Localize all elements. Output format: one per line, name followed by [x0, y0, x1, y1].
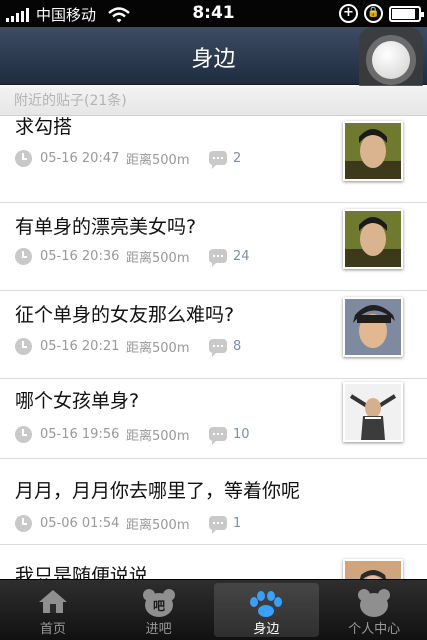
clock-icon	[15, 425, 32, 443]
clock-icon	[15, 247, 32, 265]
bar-bear-icon: 吧	[142, 589, 175, 617]
paw-icon	[250, 591, 283, 617]
list-item[interactable]: 月月，月月你去哪里了，等着你呢 05-06 01:54 距离500m 1	[0, 459, 427, 545]
post-meta: 05-16 20:47 距离500m 2	[15, 148, 242, 169]
bear-head-icon	[358, 589, 391, 617]
list-item[interactable]: 征个单身的女友那么难吗? 05-16 20:21 距离500m 8	[0, 291, 427, 379]
post-date: 05-16 20:21	[40, 338, 120, 354]
avatar[interactable]	[343, 297, 403, 357]
list-item[interactable]: 有单身的漂亮美女吗? 05-16 20:36 距离500m 24	[0, 203, 427, 291]
avatar[interactable]	[343, 382, 403, 442]
comment-count: 1	[233, 515, 242, 531]
post-title: 哪个女孩单身?	[15, 390, 140, 412]
post-distance: 距离500m	[126, 250, 190, 266]
comment-icon	[209, 249, 227, 267]
post-date: 05-06 01:54	[40, 515, 120, 531]
tab-nearby[interactable]: 身边	[213, 583, 320, 637]
post-distance: 距离500m	[126, 340, 190, 356]
post-distance: 距离500m	[126, 428, 190, 444]
list-item[interactable]: 我只是随便说说	[0, 545, 427, 579]
home-icon	[38, 590, 67, 613]
list-item[interactable]: 哪个女孩单身? 05-16 19:56 距离500m 10	[0, 379, 427, 459]
comment-icon	[209, 339, 227, 357]
avatar[interactable]	[343, 559, 403, 579]
post-list[interactable]: 求勾搭 05-16 20:47 距离500m 2 有单身的漂亮美女吗? 05-1…	[0, 117, 427, 579]
navigation-bar: 身边	[0, 27, 427, 97]
post-date: 05-16 20:36	[40, 248, 120, 264]
post-meta: 05-06 01:54 距离500m 1	[15, 513, 242, 534]
section-header: 附近的贴子(21条)	[0, 86, 427, 116]
post-title: 有单身的漂亮美女吗?	[15, 216, 197, 238]
avatar[interactable]	[343, 209, 403, 269]
tab-bar: 首页 吧 进吧 身边 个人中心	[0, 579, 427, 640]
lock-rotation-icon: 🔒	[364, 4, 383, 23]
comment-icon	[209, 427, 227, 445]
tab-bar-forum[interactable]: 吧 进吧	[106, 580, 212, 640]
post-meta: 05-16 20:36 距离500m 24	[15, 246, 250, 267]
tab-label: 进吧	[145, 622, 172, 637]
post-title: 求勾搭	[15, 117, 73, 138]
post-title: 月月，月月你去哪里了，等着你呢	[15, 480, 301, 502]
comment-icon	[209, 151, 227, 169]
post-title: 征个单身的女友那么难吗?	[15, 304, 235, 326]
post-date: 05-16 19:56	[40, 426, 120, 442]
post-distance: 距离500m	[126, 517, 190, 533]
location-add-icon: +	[339, 4, 358, 23]
battery-icon	[389, 5, 424, 22]
post-meta: 05-16 20:21 距离500m 8	[15, 336, 242, 357]
tab-label: 身边	[253, 622, 280, 637]
comment-count: 24	[233, 248, 250, 264]
post-title: 我只是随便说说	[15, 565, 149, 579]
tab-label: 首页	[39, 622, 66, 637]
post-meta: 05-16 19:56 距离500m 10	[15, 424, 250, 445]
clock-icon	[15, 514, 32, 532]
tab-label: 个人中心	[348, 622, 401, 637]
post-date: 05-16 20:47	[40, 150, 120, 166]
svg-text:吧: 吧	[153, 599, 165, 613]
comment-count: 10	[233, 426, 250, 442]
post-distance: 距离500m	[126, 152, 190, 168]
tab-profile[interactable]: 个人中心	[321, 580, 427, 640]
avatar[interactable]	[343, 121, 403, 181]
comment-count: 8	[233, 338, 242, 354]
list-item[interactable]: 求勾搭 05-16 20:47 距离500m 2	[0, 117, 427, 203]
comment-count: 2	[233, 150, 242, 166]
clock-icon	[15, 337, 32, 355]
tab-home[interactable]: 首页	[0, 580, 106, 640]
status-bar: 中国移动 8:41 + 🔒	[0, 0, 427, 27]
comment-icon	[209, 516, 227, 534]
clock-icon	[15, 149, 32, 167]
